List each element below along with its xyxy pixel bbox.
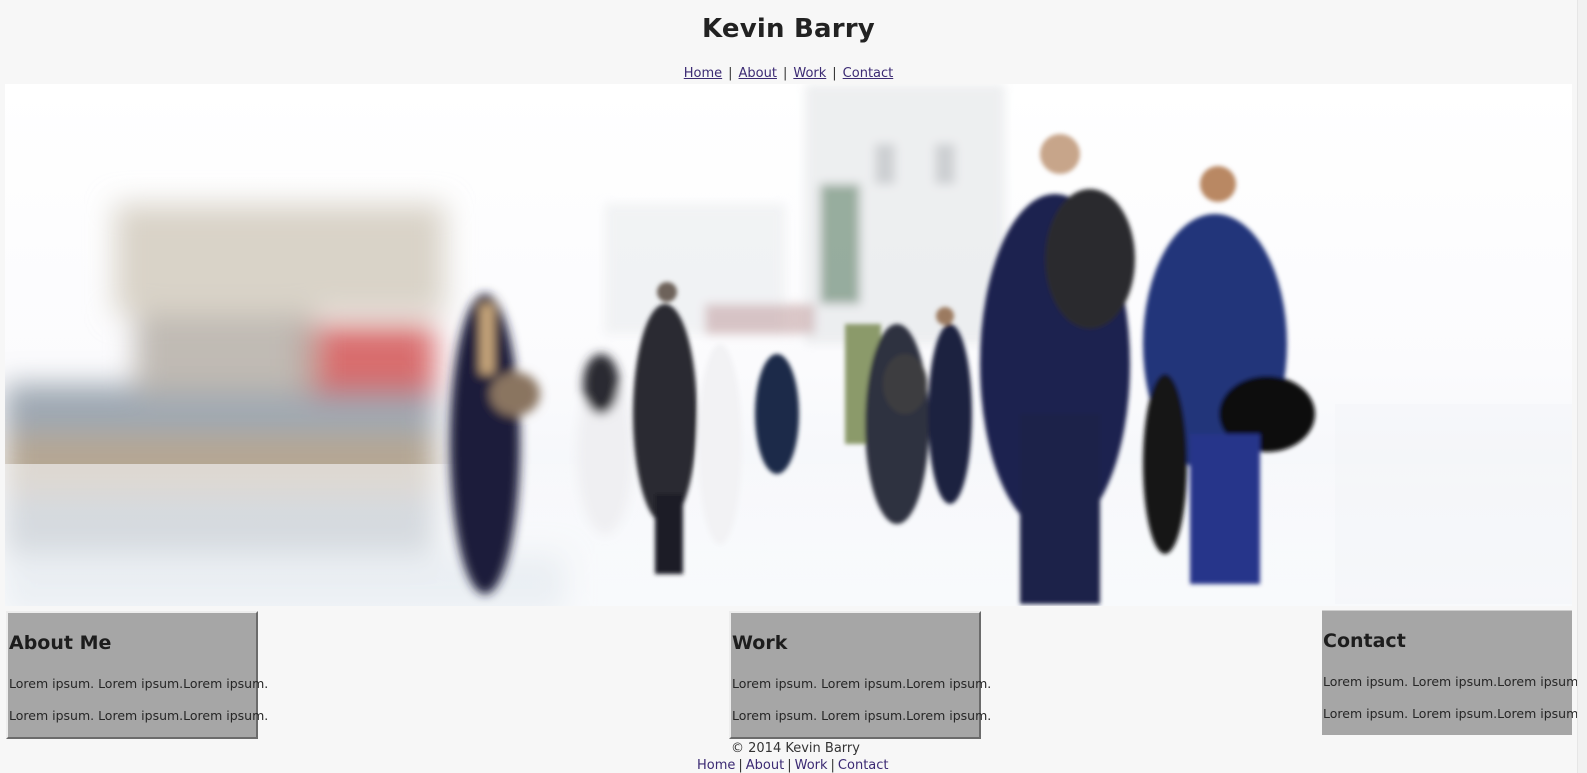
nav-link-home[interactable]: Home [684,66,722,81]
page: Kevin Barry Home | About | Work | Contact [0,0,1587,773]
nav-separator: | [728,66,733,81]
footer-link-home[interactable]: Home [697,758,735,773]
footer-separator: | [787,758,792,773]
about-panel: About Me Lorem ipsum. Lorem ipsum.Lorem … [6,611,268,739]
top-nav: Home | About | Work | Contact [0,66,1577,81]
nav-link-contact[interactable]: Contact [843,66,894,81]
vertical-scrollbar[interactable] [1577,0,1587,773]
footer-separator: | [830,758,835,773]
about-text: Lorem ipsum. Lorem ipsum.Lorem ipsum. [9,708,269,723]
footer-link-work[interactable]: Work [795,758,828,773]
contact-heading: Contact [1323,630,1406,652]
footer-link-contact[interactable]: Contact [838,758,889,773]
site-title: Kevin Barry [702,14,875,44]
footer-separator: | [738,758,743,773]
footer-copyright: © 2014 Kevin Barry [731,741,860,756]
nav-separator: | [782,66,788,81]
work-text: Lorem ipsum. Lorem ipsum.Lorem ipsum. [732,708,992,723]
work-panel: Work Lorem ipsum. Lorem ipsum.Lorem ipsu… [729,611,991,739]
footer-link-about[interactable]: About [746,758,784,773]
about-text: Lorem ipsum. Lorem ipsum.Lorem ipsum. [9,676,269,691]
work-text: Lorem ipsum. Lorem ipsum.Lorem ipsum. [732,676,992,691]
about-heading: About Me [9,632,112,654]
nav-link-about[interactable]: About [739,66,777,81]
nav-link-work[interactable]: Work [793,66,826,81]
nav-separator: | [832,66,837,81]
hero-image [5,84,1572,606]
contact-text: Lorem ipsum. Lorem ipsum.Lorem ipsum. [1323,706,1583,721]
contact-panel: Contact Lorem ipsum. Lorem ipsum.Lorem i… [1322,610,1582,735]
hero-photo-illustration [5,84,1572,606]
work-heading: Work [732,632,788,654]
contact-text: Lorem ipsum. Lorem ipsum.Lorem ipsum. [1323,674,1583,689]
footer-nav: Home | About | Work | Contact [697,758,889,773]
